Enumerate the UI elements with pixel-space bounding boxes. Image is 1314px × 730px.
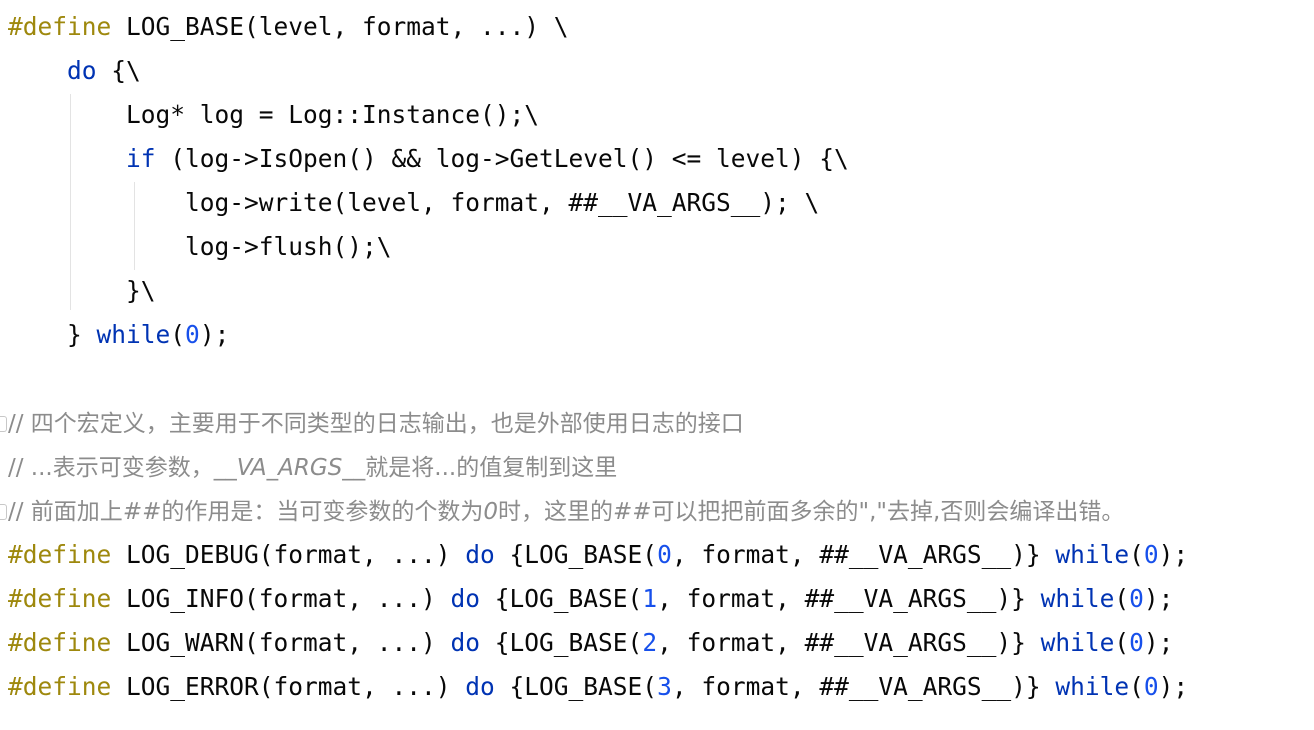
code-line: log->write(level, format, ##__VA_ARGS__)… [8, 181, 819, 225]
code-token: LOG_BASE(level, format, ...) \ [111, 12, 569, 41]
code-token: ## [122, 499, 162, 525]
code-token: ( [170, 320, 186, 349]
code-token: ## [613, 499, 652, 525]
code-token: while [1040, 628, 1115, 657]
code-token: ); [1158, 540, 1189, 569]
code-token: Log* log = Log::Instance();\ [8, 100, 540, 129]
code-token: while [96, 320, 171, 349]
code-token: LOG_WARN(format, ...) [111, 628, 451, 657]
code-token: #define [8, 628, 112, 657]
code-token: {\ [96, 56, 141, 85]
code-token: log->write(level, format, ##__VA_ARGS__)… [8, 188, 820, 217]
code-line: #define LOG_BASE(level, format, ...) \ [8, 5, 569, 49]
code-token: 时，这里的 [498, 499, 613, 525]
code-token: #define [8, 584, 112, 613]
code-token: ); [1158, 672, 1189, 701]
code-token: , format, ##__VA_ARGS__)} [657, 628, 1041, 657]
code-token: 0 [483, 499, 498, 525]
code-token: ); [1143, 584, 1174, 613]
code-token: // 四个宏定义，主要用于不同类型的日志输出，也是外部使用日志的接口 [8, 411, 744, 437]
code-token: 2 [642, 628, 658, 657]
code-token: do [450, 628, 481, 657]
code-editor[interactable]: #define LOG_BASE(level, format, ...) \ d… [0, 0, 1314, 730]
fold-marker-icon[interactable] [0, 416, 7, 432]
code-token: }\ [8, 276, 156, 305]
code-token: ( [1114, 584, 1130, 613]
code-line: // ...表示可变参数，__VA_ARGS__就是将...的值复制到这里 [8, 445, 617, 489]
code-token: LOG_DEBUG(format, ...) [111, 540, 466, 569]
code-token: {LOG_BASE( [494, 672, 658, 701]
code-token: // ...表示可变参数， [8, 455, 214, 481]
code-token: ( [1129, 540, 1144, 569]
code-token: {LOG_BASE( [480, 628, 643, 657]
code-token: if [126, 144, 156, 173]
code-line: #define LOG_DEBUG(format, ...) do {LOG_B… [8, 533, 1188, 577]
code-token: 0 [185, 320, 200, 349]
code-token: ); [1143, 628, 1174, 657]
code-token: #define [8, 672, 112, 701]
code-token: #define [8, 540, 112, 569]
code-token: (log->IsOpen() && log->GetLevel() <= lev… [155, 144, 849, 173]
code-token: } [8, 320, 97, 349]
code-token: 的作用是：当可变参数的个数为 [161, 499, 484, 525]
code-token: do [450, 584, 481, 613]
code-token: do [465, 540, 495, 569]
code-token: , format, ##__VA_ARGS__)} [671, 540, 1056, 569]
code-token: 就是将...的值复制到这里 [365, 455, 618, 481]
code-line: #define LOG_INFO(format, ...) do {LOG_BA… [8, 577, 1173, 621]
code-token: ( [1114, 628, 1130, 657]
code-line: do {\ [8, 49, 141, 93]
code-token: // 前面加上 [8, 499, 123, 525]
code-token: , format, ##__VA_ARGS__)} [657, 584, 1041, 613]
code-token: while [1040, 584, 1115, 613]
code-token: LOG_ERROR(format, ...) [111, 672, 466, 701]
code-token: ); [199, 320, 230, 349]
code-line: Log* log = Log::Instance();\ [8, 93, 539, 137]
code-token: 1 [642, 584, 658, 613]
code-token: while [1055, 672, 1130, 701]
code-token: {LOG_BASE( [480, 584, 643, 613]
code-token: , format, ##__VA_ARGS__)} [671, 672, 1056, 701]
code-token: do [67, 56, 97, 85]
code-line: log->flush();\ [8, 225, 392, 269]
code-token: ( [1129, 672, 1144, 701]
code-line: // 前面加上##的作用是：当可变参数的个数为0时，这里的##可以把把前面多余的… [8, 489, 1124, 533]
code-token: 0 [1129, 628, 1144, 657]
code-token: #define [8, 12, 112, 41]
code-line: #define LOG_ERROR(format, ...) do {LOG_B… [8, 665, 1188, 709]
code-line: } while(0); [8, 313, 229, 357]
code-token: 0 [1129, 584, 1144, 613]
code-line: }\ [8, 269, 156, 313]
code-token: 可以把把前面多余的","去掉,否则会编译出错。 [651, 499, 1125, 525]
code-token: __VA_ARGS__ [213, 455, 366, 481]
code-line: // 四个宏定义，主要用于不同类型的日志输出，也是外部使用日志的接口 [8, 401, 744, 445]
code-token: 0 [657, 540, 672, 569]
code-line: #define LOG_WARN(format, ...) do {LOG_BA… [8, 621, 1173, 665]
code-token: do [465, 672, 495, 701]
code-token: while [1055, 540, 1130, 569]
code-token: log->flush();\ [8, 232, 392, 261]
code-line: if (log->IsOpen() && log->GetLevel() <= … [8, 137, 849, 181]
code-token: {LOG_BASE( [494, 540, 658, 569]
code-token: 0 [1143, 540, 1159, 569]
code-token: LOG_INFO(format, ...) [111, 584, 451, 613]
code-token: 0 [1143, 672, 1159, 701]
fold-marker-icon[interactable] [0, 504, 7, 520]
code-token: 3 [657, 672, 672, 701]
